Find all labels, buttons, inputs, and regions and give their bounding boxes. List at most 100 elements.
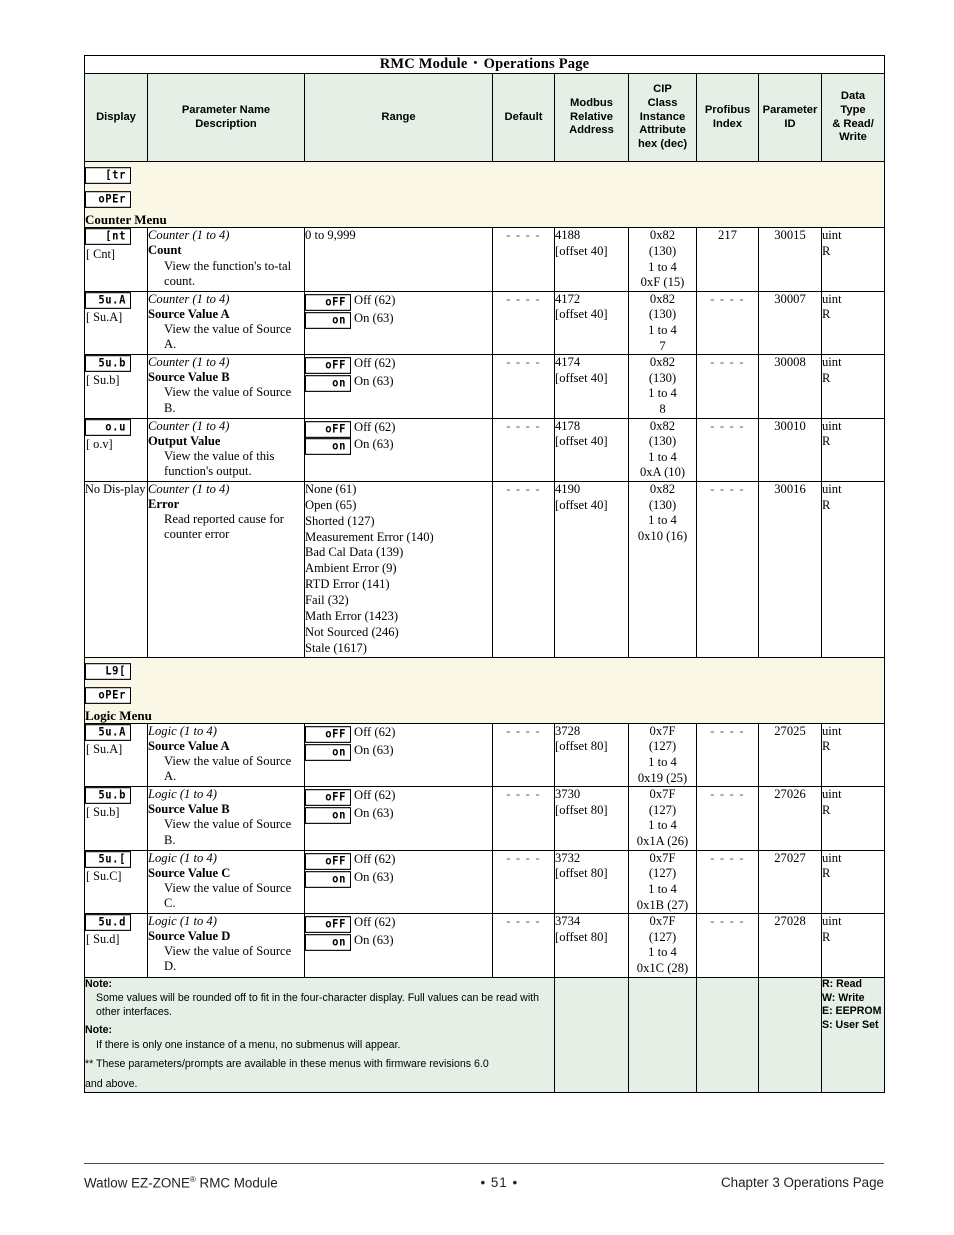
cell-data-type: uint R [820,290,886,356]
modbus-offset: [offset 80] [555,739,608,754]
cell-cip: 0x82 (130) 1 to 4 0xF (15) [628,227,697,292]
display-code-text: [ Su.A] [86,742,123,756]
menu-title: Logic Menu [85,707,152,723]
note-2-label: Note: [85,1023,113,1036]
display-code-text: [ Su.C] [86,868,122,883]
parameter-description: View the value of this function's output… [164,448,275,478]
range-option: on On (63) [305,805,492,824]
range-option: on On (63) [305,932,492,951]
col-header-cip: CIP Class Instance Attribute hex (dec) [628,73,697,162]
title-separator: • [473,57,478,69]
cell-profibus: - - - - [696,849,759,915]
cell-profibus: - - - - [696,354,759,419]
cell-cip: 0x82 (130) 1 to 4 8 [628,354,697,419]
cell-display: o.u[ o.v] [84,417,148,483]
range-option-badge: on [305,807,351,824]
col-header-modbus: Modbus Relative Address [554,73,629,162]
display-code-badge: 5u.[ [85,850,131,868]
cell-cip: 0x7F (127) 1 to 4 0x1B (27) [628,849,697,915]
cell-profibus: 217 [696,227,759,292]
range-option-label: Off (62) [354,724,396,739]
footer-product-post: RMC Module [195,1175,278,1191]
range-option-label: On (63) [354,806,394,821]
cell-cip: 0x82 (130) 1 to 4 0x10 (16) [628,481,697,658]
table-row: 5u.A[ Su.A] Counter (1 to 4) Source Value … [84,290,886,356]
col-header-data-type: Data Type & Read/ Write [820,73,886,162]
display-code-badge: 5u.b [85,355,131,372]
modbus-address: 3734 [555,914,581,929]
display-code-text: [ Su.b] [86,805,120,820]
col-header-parameter-id: Parameter ID [758,73,822,162]
note-3-continuation: and above. [85,1078,138,1091]
parameter-name: Source Value B [148,802,230,817]
title-page: Operations Page [483,56,590,72]
modbus-offset: [offset 40] [555,370,608,385]
cell-parameter-id: 27027 [758,849,822,915]
cell-range: oFF Off (62) on On (63) [304,849,493,915]
modbus-offset: [offset 40] [555,497,608,512]
table-row: 5u.[[ Su.C] Logic (1 to 4) Source Value CV… [84,849,886,915]
table-title-row: RMC Module • Operations Page [83,55,886,74]
cell-data-type: uint R [820,227,886,292]
notes-blank-parameter-id [758,976,822,1093]
page-footer: Watlow EZ-ZONE® RMC Module • 51 • Chapte… [84,1163,884,1190]
range-option-badge: oFF [305,789,351,806]
cell-modbus: 4178 [offset 40] [554,417,629,483]
parameter-description: View the value of Source D. [164,944,292,974]
cell-modbus: 4174 [offset 40] [554,354,629,419]
operations-page-table: RMC Module • Operations Page Display Param… [83,55,886,1093]
cell-parameter: Counter (1 to 4) Count View the function's… [147,227,305,292]
cell-parameter: Counter (1 to 4) Error Read reported cause… [147,481,305,658]
cell-default: - - - - [492,913,555,978]
menu-badge-oper: oPEr [85,686,131,704]
table-body: [tr oPEr Counter Menu [nt[ Cnt] Counter (1 t… [83,160,886,1093]
cell-default: - - - - [492,849,555,915]
range-option-badge: oFF [305,852,351,870]
range-option: oFF Off (62) [305,914,492,933]
range-option-badge: oFF [305,725,351,743]
modbus-offset: [offset 40] [555,307,608,322]
table-row: 5u.b[ Su.b] Logic (1 to 4) Source Value BV… [84,786,886,851]
modbus-offset: [offset 80] [555,929,608,944]
cell-cip: 0x82 (130) 1 to 4 0xA (10) [628,417,697,483]
cell-modbus: 4172 [offset 40] [554,290,629,356]
cell-range: oFF Off (62) on On (63) [304,786,493,851]
menu-section-header: [tr oPEr Counter Menu [83,160,886,229]
parameter-description: View the value of Source B. [164,817,292,847]
parameter-context: Logic (1 to 4) [148,787,217,802]
parameter-context: Logic (1 to 4) [148,850,217,865]
cell-data-type: uint R [820,481,886,658]
cell-data-type: uint R [820,786,886,851]
range-option-label: Off (62) [354,419,396,434]
cell-range: oFF Off (62) on On (63) [304,913,493,978]
cell-default: - - - - [492,786,555,851]
parameter-name: Source Value C [148,865,231,880]
menu-section-logic-menu: L9[ oPEr Logic Menu [83,656,886,724]
col-header-range: Range [304,73,493,162]
display-code-badge: [nt [85,228,131,245]
range-option-label: Off (62) [354,788,396,803]
cell-cip: 0x7F (127) 1 to 4 0x1C (28) [628,913,697,978]
col-header-default: Default [492,73,555,162]
notes-row: Note: Some values will be rounded off to … [84,976,886,1093]
range-option: on On (63) [305,742,492,761]
menu-section-header: L9[ oPEr Logic Menu [83,656,886,724]
cell-parameter: Logic (1 to 4) Source Value A View the val… [147,722,305,788]
cell-profibus: - - - - [696,913,759,978]
display-code-text: [ Su.b] [86,373,120,388]
range-option-label: On (63) [354,374,394,389]
table-row: [nt[ Cnt] Counter (1 to 4) Count View the f… [84,227,886,292]
col-header-display: Display [84,73,148,162]
parameter-name: Error [148,497,180,512]
cell-default: - - - - [492,722,555,788]
parameter-description: View the value of Source B. [164,385,292,415]
range-option-badge: oFF [305,916,351,933]
range-option-badge: on [305,375,351,392]
cell-display: 5u.d[ Su.d] [84,913,148,978]
cell-modbus: 3730 [offset 80] [554,786,629,851]
range-option-label: Off (62) [354,356,396,371]
range-option: on On (63) [305,310,492,329]
cell-data-type: uint R [820,913,886,978]
parameter-description: View the function's to-tal count. [164,258,292,288]
menu-badge-primary: L9[ [85,662,131,680]
